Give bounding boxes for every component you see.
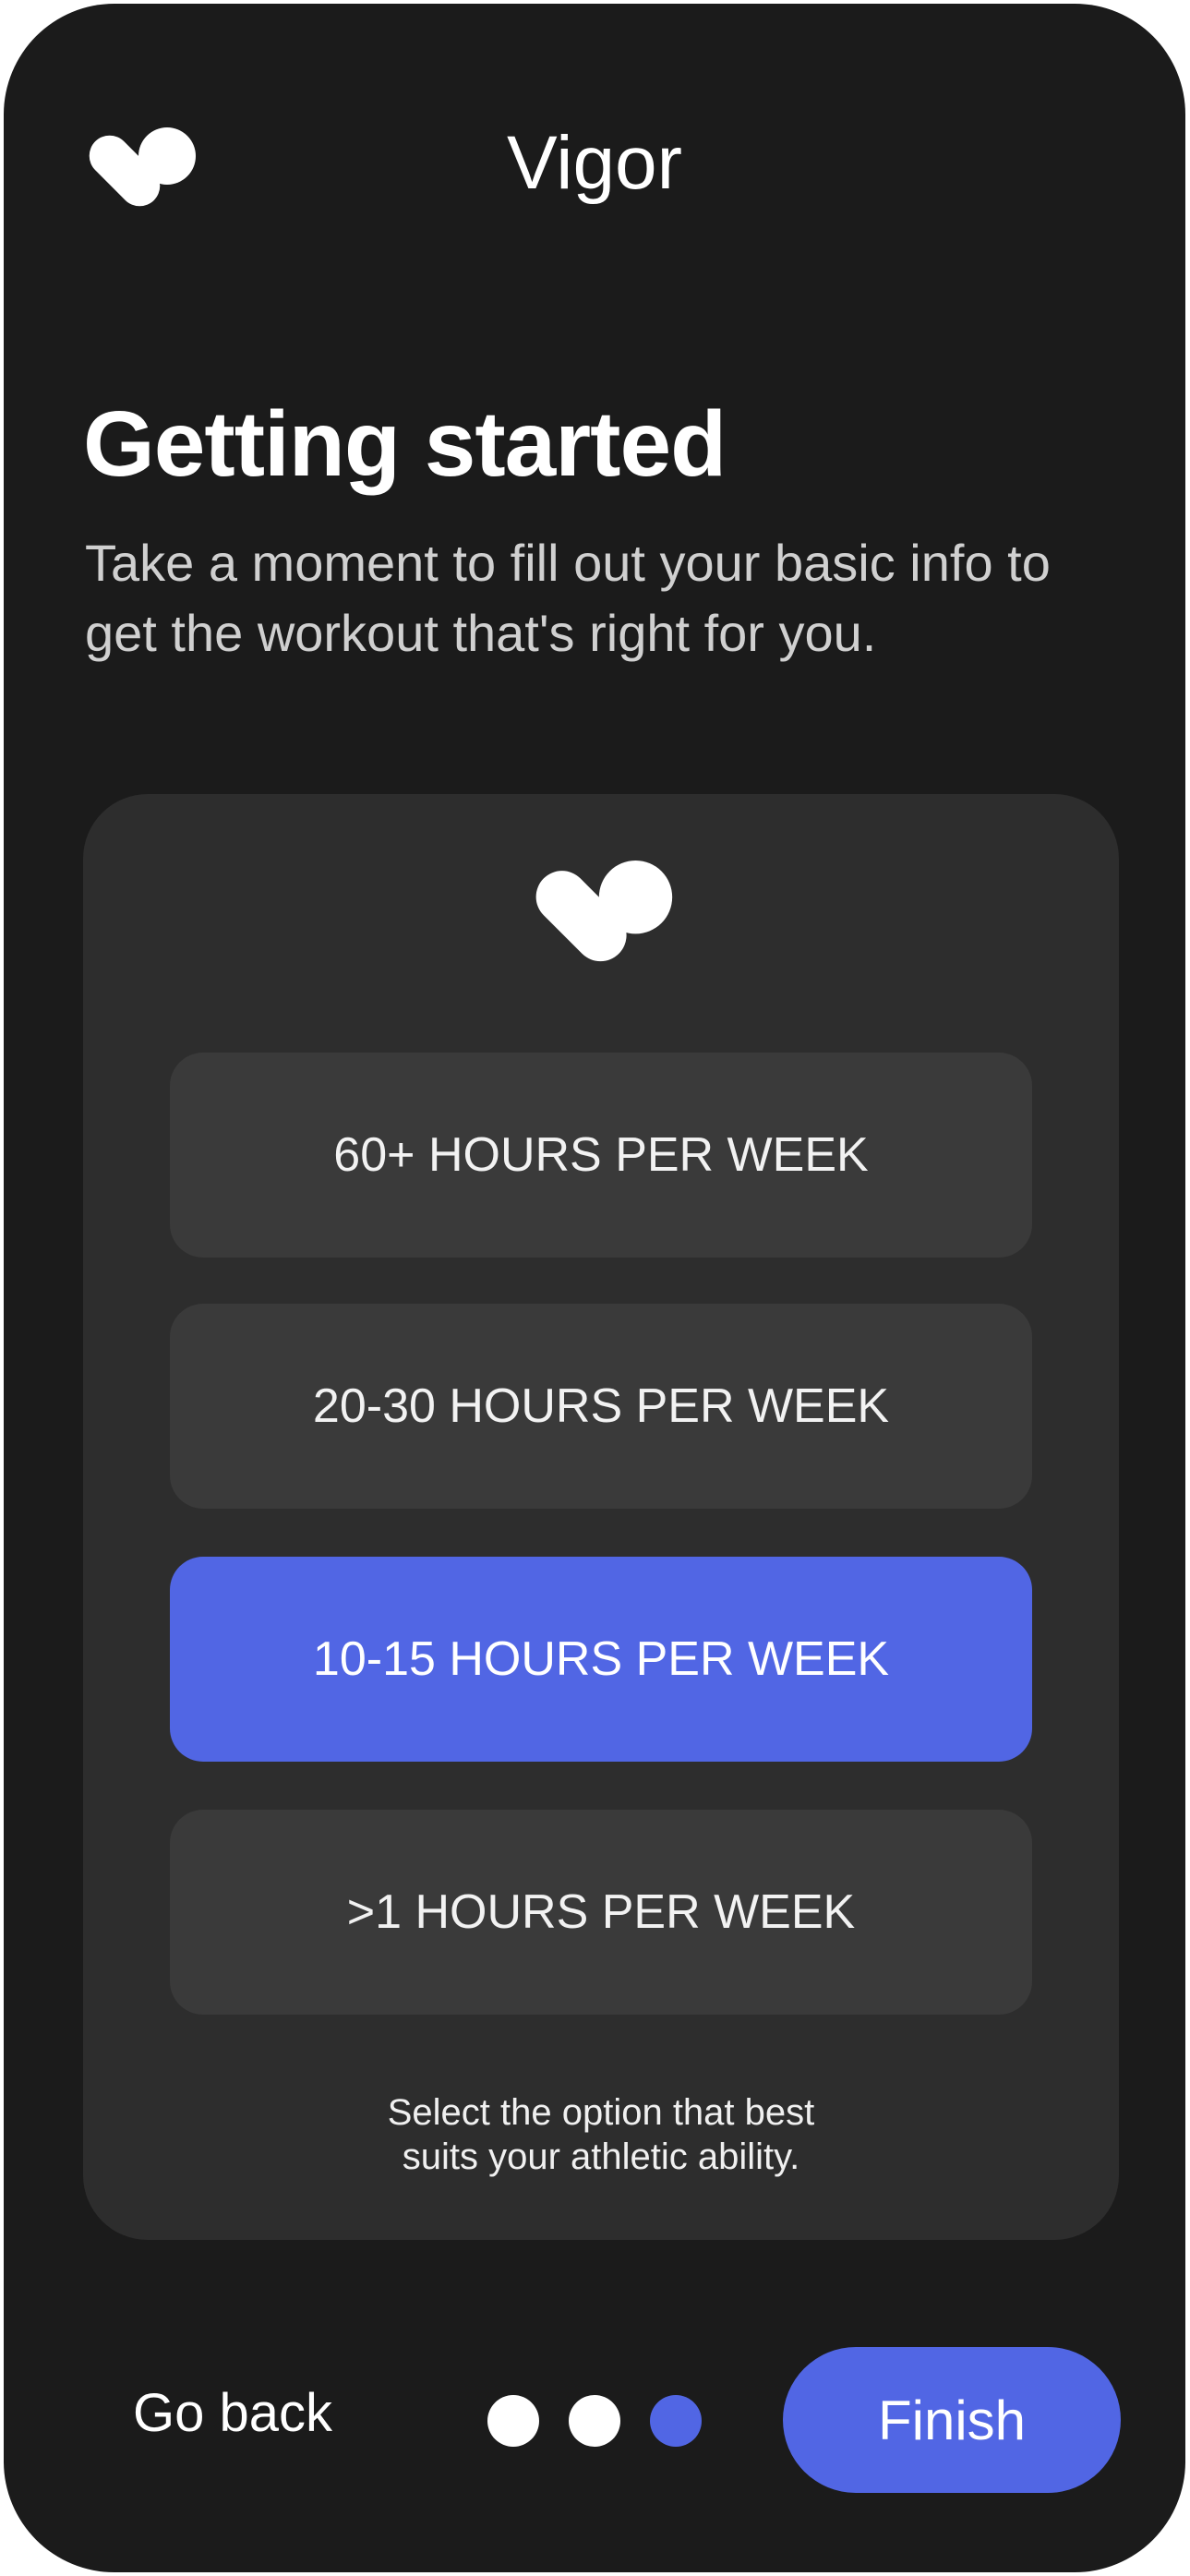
progress-dot-1 — [487, 2395, 539, 2447]
selection-hint-line-2: suits your athletic ability. — [402, 2137, 800, 2177]
option-20-30-hours[interactable]: 20-30 HOURS PER WEEK — [170, 1304, 1032, 1509]
go-back-button[interactable]: Go back — [133, 2382, 332, 2444]
options-card: 60+ HOURS PER WEEK 20-30 HOURS PER WEEK … — [83, 794, 1119, 2240]
progress-dot-2 — [569, 2395, 620, 2447]
finish-button[interactable]: Finish — [783, 2347, 1121, 2493]
page-subtitle: Take a moment to fill out your basic inf… — [85, 534, 1051, 662]
vigor-logo-icon — [524, 860, 673, 972]
selection-hint-line-1: Select the option that best — [387, 2092, 815, 2133]
option-60-plus-hours[interactable]: 60+ HOURS PER WEEK — [170, 1053, 1032, 1258]
progress-dot-3-active — [650, 2395, 702, 2447]
app-screen: Vigor Getting started Take a moment to f… — [4, 4, 1185, 2572]
option-less-than-1-hours[interactable]: >1 HOURS PER WEEK — [170, 1810, 1032, 2015]
selection-hint: Select the option that best suits your a… — [83, 2090, 1119, 2179]
page-title: Getting started — [83, 392, 727, 496]
app-title: Vigor — [507, 121, 682, 205]
option-10-15-hours[interactable]: 10-15 HOURS PER WEEK — [170, 1557, 1032, 1762]
